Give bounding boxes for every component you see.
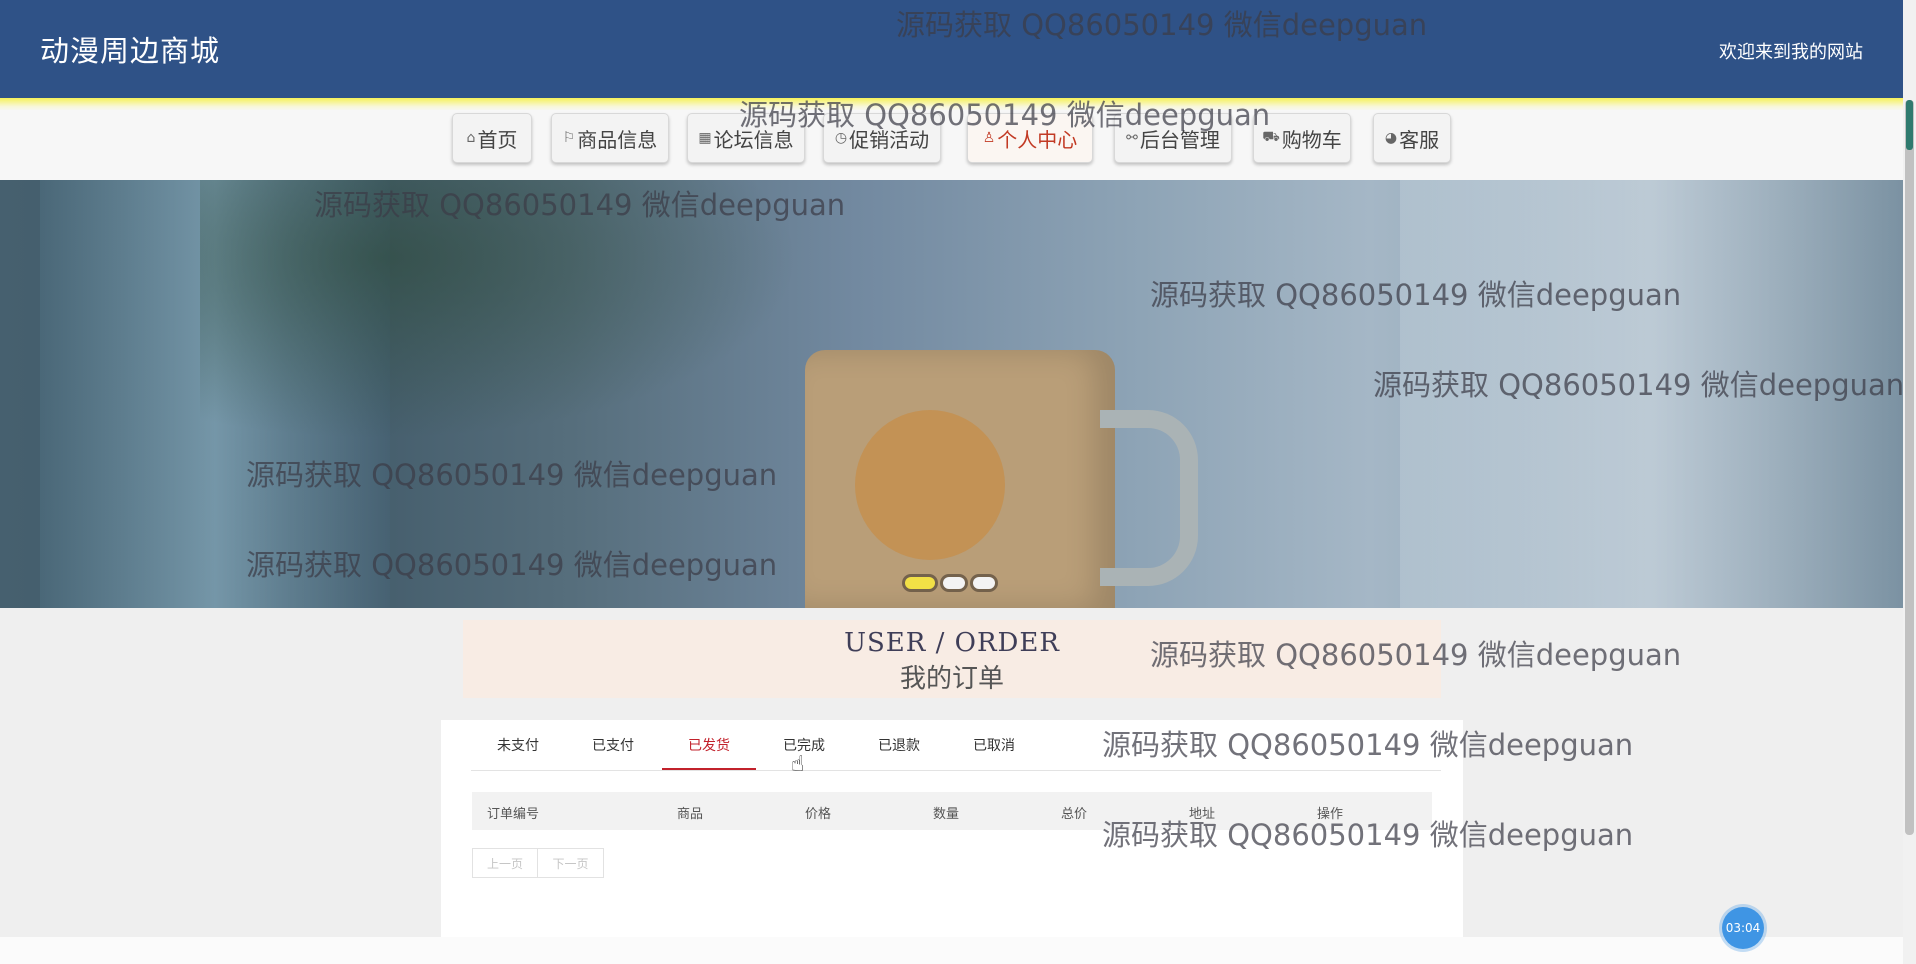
- scrollbar-thumb[interactable]: [1905, 100, 1914, 835]
- watermark: 源码获取 QQ86050149 微信deepguan: [246, 458, 778, 492]
- site-title[interactable]: 动漫周边商城: [40, 28, 220, 70]
- timer-badge[interactable]: 03:04: [1722, 907, 1764, 949]
- watermark: 源码获取 QQ86050149 微信deepguan: [1373, 368, 1905, 402]
- tab-shipped[interactable]: 已发货: [662, 728, 756, 770]
- flag-icon: ⚐: [562, 130, 576, 146]
- carousel-dot-2[interactable]: [943, 577, 965, 589]
- watermark: 源码获取 QQ86050149 微信deepguan: [314, 188, 846, 222]
- prev-page-button[interactable]: 上一页: [472, 848, 538, 878]
- watermark: 源码获取 QQ86050149 微信deepguan: [1102, 728, 1634, 762]
- watermark: 源码获取 QQ86050149 微信deepguan: [896, 8, 1428, 42]
- welcome-text: 欢迎来到我的网站: [1719, 42, 1863, 63]
- nav-products-label: 商品信息: [577, 127, 658, 152]
- banner-cup-image: [805, 350, 1115, 608]
- col-order-number: 订单编号: [487, 807, 540, 822]
- carousel-dot-3[interactable]: [973, 577, 995, 589]
- watermark: 源码获取 QQ86050149 微信deepguan: [246, 548, 778, 582]
- nav-service-button[interactable]: ◕ 客服: [1373, 113, 1451, 163]
- page-scrollbar[interactable]: [1903, 0, 1916, 964]
- tab-cancelled[interactable]: 已取消: [947, 728, 1041, 770]
- col-total: 总价: [1061, 807, 1088, 822]
- scrollbar-thumb-marker: [1906, 100, 1913, 150]
- pagination: 上一页 下一页: [472, 848, 604, 878]
- carousel-dot-1[interactable]: [905, 577, 935, 589]
- watermark: 源码获取 QQ86050149 微信deepguan: [1150, 278, 1682, 312]
- page-bottom-strip: [0, 937, 1903, 964]
- tab-unpaid[interactable]: 未支付: [471, 728, 565, 770]
- tab-refunded[interactable]: 已退款: [852, 728, 946, 770]
- nav-cart-label: 购物车: [1281, 127, 1342, 152]
- nav-home-label: 首页: [477, 127, 518, 152]
- col-price: 价格: [805, 807, 832, 822]
- next-page-button[interactable]: 下一页: [538, 848, 604, 878]
- forum-icon: ▦: [698, 130, 712, 146]
- banner-cup-handle-image: [1100, 410, 1198, 586]
- col-product: 商品: [677, 807, 704, 822]
- nav-products-button[interactable]: ⚐ 商品信息: [551, 113, 669, 163]
- col-quantity: 数量: [933, 807, 960, 822]
- chat-icon: ◕: [1384, 130, 1398, 146]
- nav-home-button[interactable]: ⌂ 首页: [452, 113, 532, 163]
- home-icon: ⌂: [466, 130, 476, 146]
- tab-paid[interactable]: 已支付: [566, 728, 660, 770]
- carousel-indicators: [905, 577, 995, 589]
- watermark: 源码获取 QQ86050149 微信deepguan: [739, 98, 1271, 132]
- mouse-cursor-icon: ☝: [791, 752, 805, 777]
- watermark: 源码获取 QQ86050149 微信deepguan: [1102, 818, 1634, 852]
- watermark: 源码获取 QQ86050149 微信deepguan: [1150, 638, 1682, 672]
- nav-service-label: 客服: [1399, 127, 1440, 152]
